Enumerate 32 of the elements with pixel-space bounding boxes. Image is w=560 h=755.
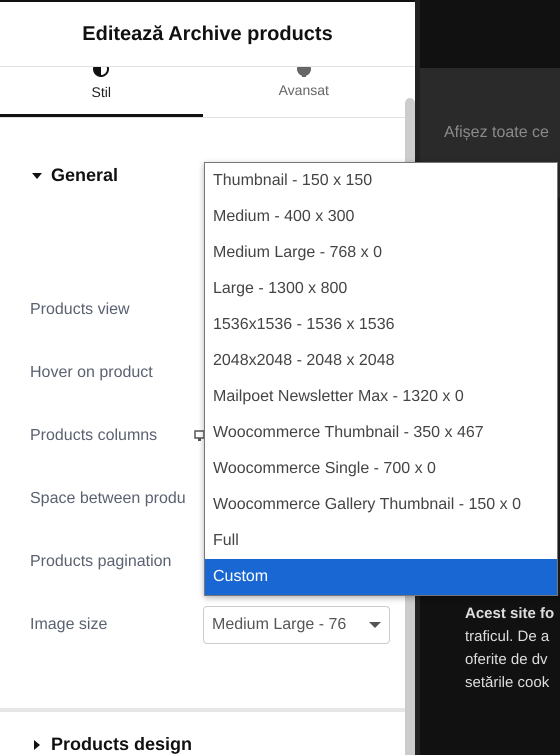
dropdown-option[interactable]: 2048x2048 - 2048 x 2048 bbox=[205, 343, 557, 379]
field-label: Products view bbox=[30, 300, 130, 318]
dropdown-option[interactable]: Full bbox=[205, 523, 557, 559]
dropdown-option[interactable]: Woocommerce Single - 700 x 0 bbox=[205, 451, 557, 487]
notice-text: setările cook bbox=[465, 674, 550, 691]
caret-icon bbox=[32, 740, 42, 750]
preview-heading: Afișez toate ce bbox=[444, 124, 549, 141]
notice-text: oferite de dv bbox=[465, 651, 549, 668]
tab[interactable]: Stil bbox=[0, 67, 202, 117]
dropdown-option[interactable]: Medium - 400 x 300 bbox=[205, 199, 557, 235]
caret-icon bbox=[32, 170, 42, 180]
caret-icon bbox=[369, 622, 381, 628]
notice-text: traficul. De a bbox=[465, 628, 550, 645]
field-label: Hover on product bbox=[30, 364, 153, 382]
dropdown-option[interactable]: Custom bbox=[205, 559, 557, 595]
field-label: Space between produ bbox=[30, 490, 186, 508]
dropdown-option[interactable]: Thumbnail - 150 x 150 bbox=[205, 163, 557, 199]
monitor-icon bbox=[194, 430, 204, 442]
dropdown-option[interactable]: Large - 1300 x 800 bbox=[205, 271, 557, 307]
dropdown-option[interactable]: Mailpoet Newsletter Max - 1320 x 0 bbox=[205, 379, 557, 415]
dropdown-option[interactable]: Woocommerce Gallery Thumbnail - 150 x 0 bbox=[205, 487, 557, 523]
field-label: Products pagination bbox=[30, 552, 172, 570]
field-label: Image size bbox=[30, 616, 108, 634]
section-header[interactable]: Products design bbox=[32, 734, 192, 755]
field-label: Products columns bbox=[30, 426, 158, 444]
dropdown-option[interactable]: 1536x1536 - 1536 x 1536 bbox=[205, 307, 557, 343]
notice-text: Acest site fo bbox=[465, 605, 556, 622]
panel-title: Editează Archive products bbox=[82, 22, 333, 46]
image-size-select[interactable]: Medium Large - 76 bbox=[203, 606, 390, 644]
section-header[interactable]: General bbox=[32, 165, 118, 186]
dropdown-option[interactable]: Woocommerce Thumbnail - 350 x 467 bbox=[205, 415, 557, 451]
dropdown-option[interactable]: Medium Large - 768 x 0 bbox=[205, 235, 557, 271]
